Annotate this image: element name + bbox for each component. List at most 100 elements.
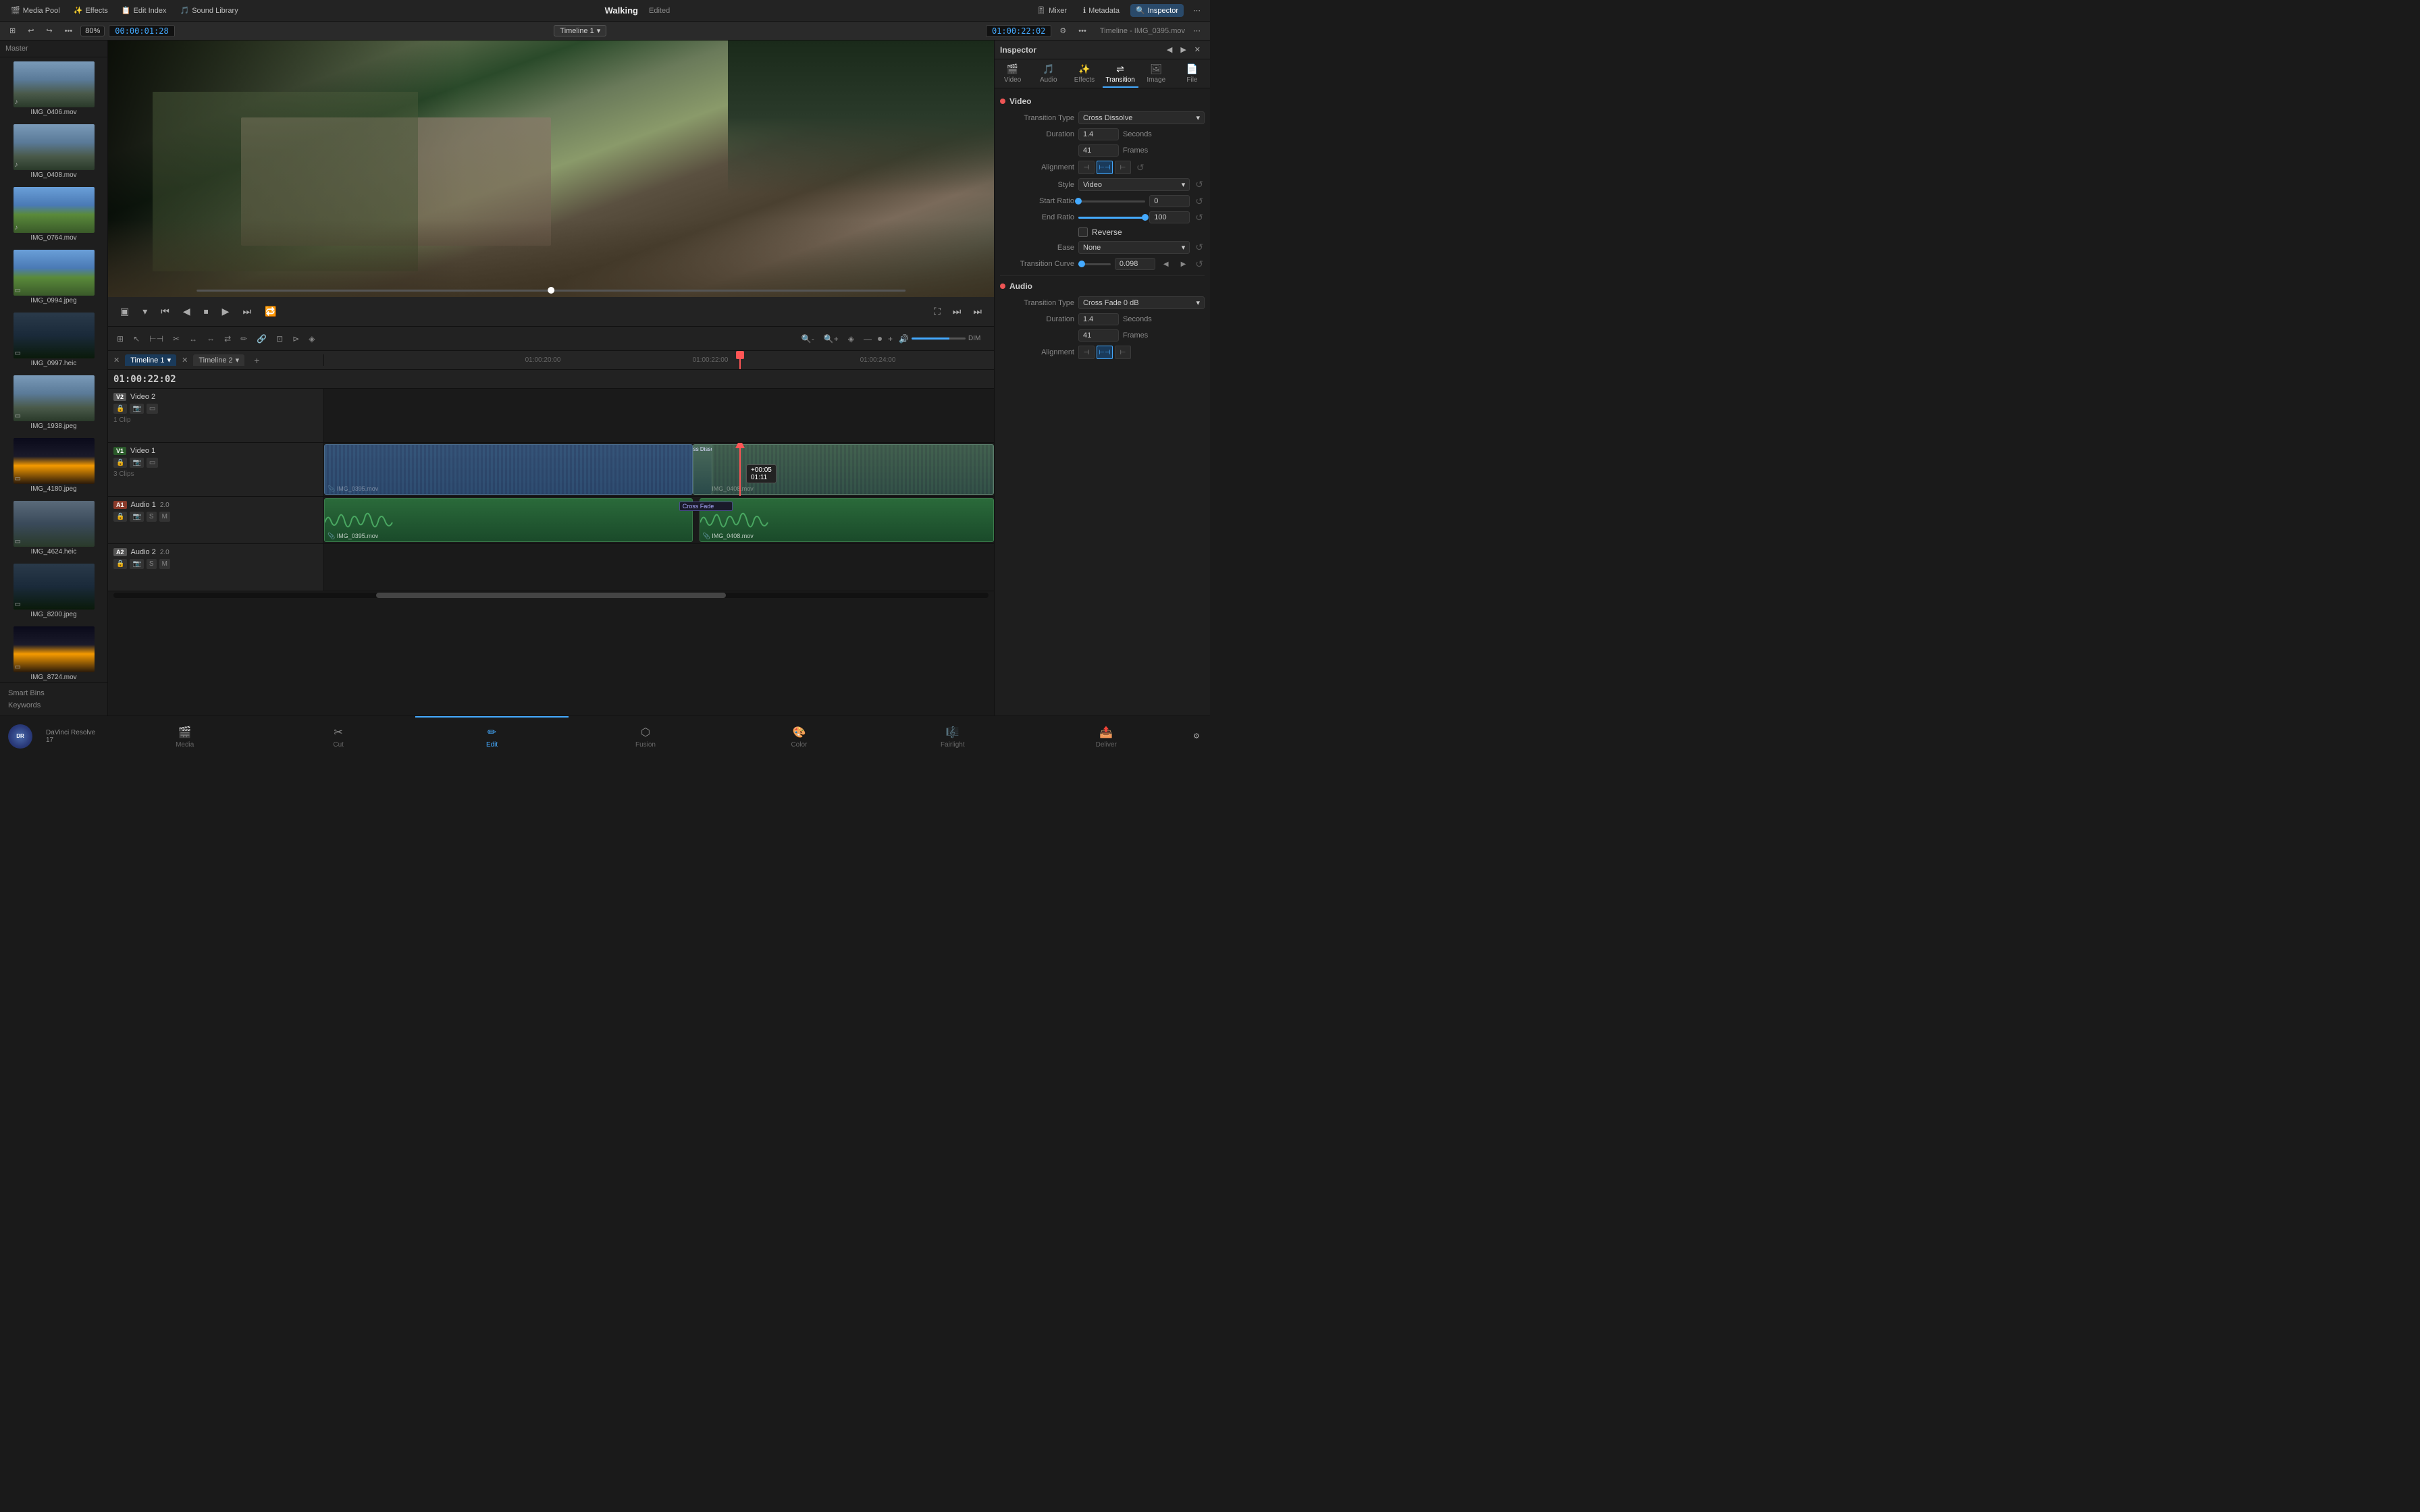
track-lock-v1[interactable]: 🔒 [113, 458, 127, 468]
more-btn-2[interactable]: ••• [1074, 26, 1090, 36]
end-ratio-value[interactable]: 100 [1149, 211, 1190, 223]
timeline-scrollbar[interactable] [113, 593, 989, 598]
track-lock-a1[interactable]: 🔒 [113, 512, 127, 522]
audio-duration-value[interactable]: 1.4 [1078, 313, 1119, 325]
style-dropdown[interactable]: Video ▾ [1078, 178, 1190, 191]
redo-btn[interactable]: ↪ [42, 25, 56, 36]
nav-fusion[interactable]: ⬡ Fusion [569, 716, 722, 756]
timecode-display[interactable]: 00:00:01:28 [109, 25, 174, 37]
zoom-display[interactable]: 80% [80, 26, 105, 36]
tab-video[interactable]: 🎬 Video [995, 59, 1030, 88]
track-lock-v2[interactable]: 🔒 [113, 404, 127, 414]
tl-snap-btn[interactable]: ⊡ [273, 332, 286, 346]
audio-align-center-btn[interactable]: ⊢⊣ [1097, 346, 1113, 359]
skip-end-btn[interactable]: ⏭ [949, 303, 966, 320]
tl-select-btn[interactable]: ↖ [130, 332, 143, 346]
clip-v1-2[interactable]: 📎 IMG_0408.mov [700, 444, 994, 495]
list-item[interactable]: ▭ IMG_4180.jpeg [3, 437, 105, 494]
sound-library-btn[interactable]: 🎵 Sound Library [175, 4, 244, 17]
list-item[interactable]: ▭ IMG_8724.mov [3, 625, 105, 682]
tl-draw-btn[interactable]: ✏ [237, 332, 251, 346]
align-left-btn[interactable]: ⊣ [1078, 161, 1095, 174]
fullscreen-btn[interactable]: ⛶ [930, 303, 945, 320]
close-timeline1-btn[interactable]: ✕ [113, 356, 120, 364]
list-item[interactable]: ▭ IMG_1938.jpeg [3, 374, 105, 431]
tl-link-btn[interactable]: 🔗 [253, 332, 270, 346]
transport-more-btn[interactable]: ⏭ [969, 303, 986, 320]
duration-value[interactable]: 1.4 [1078, 128, 1119, 140]
tl-slide-btn[interactable]: ⇔ [203, 332, 218, 346]
nav-fairlight[interactable]: 🎼 Fairlight [876, 716, 1029, 756]
track-clip-v1[interactable]: ▭ [147, 458, 158, 468]
tl-grid-btn[interactable]: ⊞ [113, 332, 127, 346]
inspector-close-btn[interactable]: ✕ [1190, 44, 1205, 55]
track-m-a1[interactable]: M [159, 512, 170, 522]
transition-curve-reset-btn[interactable]: ↺ [1194, 259, 1205, 270]
timecode-right[interactable]: 01:00:22:02 [986, 25, 1051, 37]
tl-zoom-in-btn[interactable]: 🔍+ [820, 332, 842, 346]
audio-frames-value[interactable]: 41 [1078, 329, 1119, 342]
step-back-btn[interactable]: ◀ [179, 303, 194, 320]
add-timeline-btn[interactable]: + [250, 355, 263, 366]
audio-align-left-btn[interactable]: ⊣ [1078, 346, 1095, 359]
alignment-reset-btn[interactable]: ↺ [1135, 162, 1146, 173]
nav-media[interactable]: 🎬 Media [108, 716, 261, 756]
close-timeline2-btn[interactable]: ✕ [182, 356, 188, 364]
bottom-settings-btn[interactable]: ⚙ [1189, 730, 1204, 742]
track-s-a2[interactable]: S [147, 559, 157, 569]
inspector-prev-btn[interactable]: ◀ [1163, 44, 1176, 55]
track-lock-a2[interactable]: 🔒 [113, 559, 127, 569]
tab-effects[interactable]: ✨ Effects [1066, 59, 1102, 88]
media-pool-btn[interactable]: 🎬 Media Pool [5, 4, 65, 17]
list-item[interactable]: ♪ IMG_0406.mov [3, 60, 105, 117]
more-tools-btn[interactable]: ••• [61, 26, 77, 36]
timeline-selector[interactable]: Timeline 1 ▾ [554, 25, 606, 36]
track-s-a1[interactable]: S [147, 512, 157, 522]
transition-cross-dissolve[interactable]: Cross Dissolve [693, 444, 713, 495]
tab-timeline2[interactable]: Timeline 2 ▾ [193, 354, 244, 366]
mixer-btn[interactable]: 🎚 Mixer [1031, 4, 1072, 17]
start-ratio-value[interactable]: 0 [1149, 195, 1190, 207]
tl-minus-btn[interactable]: — [860, 332, 875, 346]
tl-trim-btn[interactable]: ⊢⊣ [146, 332, 167, 346]
panel-options-btn[interactable]: ⋯ [1189, 25, 1205, 36]
nav-deliver[interactable]: 📤 Deliver [1030, 716, 1183, 756]
play-btn[interactable]: ▶ [218, 303, 234, 320]
list-item[interactable]: ▭ IMG_4624.heic [3, 500, 105, 557]
transition-type-dropdown[interactable]: Cross Dissolve ▾ [1078, 111, 1205, 124]
go-to-start-btn[interactable]: ⏮ [157, 303, 174, 320]
transition-curve-right-btn[interactable]: ▶ [1177, 259, 1190, 269]
track-m-a2[interactable]: M [159, 559, 170, 569]
style-reset-btn[interactable]: ↺ [1194, 179, 1205, 190]
undo-btn[interactable]: ↩ [24, 25, 38, 36]
frame-select-btn[interactable]: ▣ [116, 303, 133, 320]
track-content-a1[interactable]: 📎 IMG_0395.mov Cross Fade [324, 497, 994, 543]
ease-dropdown[interactable]: None ▾ [1078, 241, 1190, 254]
track-clip-v2[interactable]: ▭ [147, 404, 158, 414]
tl-razor-btn[interactable]: ✂ [169, 332, 183, 346]
tl-plus-btn[interactable]: + [885, 332, 896, 346]
transition-curve-left-btn[interactable]: ◀ [1159, 259, 1173, 269]
list-item[interactable]: ▭ IMG_8200.jpeg [3, 562, 105, 620]
volume-slider[interactable] [912, 338, 966, 340]
inspector-btn[interactable]: 🔍 Inspector [1130, 4, 1184, 17]
settings-btn[interactable]: ⚙ [1055, 25, 1070, 36]
inspector-next-btn[interactable]: ▶ [1176, 44, 1190, 55]
clip-v1-1[interactable]: 📎 IMG_0395.mov [324, 444, 693, 495]
workspace-icon[interactable]: ⊞ [5, 25, 20, 36]
smart-bins-item[interactable]: Smart Bins [5, 687, 102, 699]
end-ratio-slider[interactable] [1078, 217, 1145, 219]
audio-clip-a1-2[interactable]: 📎 IMG_0408.mov [700, 498, 994, 542]
track-cam-v1[interactable]: 📷 [130, 458, 143, 468]
tl-zoom-out-btn[interactable]: 🔍- [798, 332, 818, 346]
tl-more-zoom-btn[interactable]: ◈ [845, 332, 858, 346]
reverse-checkbox[interactable] [1078, 227, 1088, 237]
edit-index-btn[interactable]: 📋 Edit Index [116, 4, 172, 17]
list-item[interactable]: ♪ IMG_0408.mov [3, 123, 105, 180]
audio-clip-a1-1[interactable]: 📎 IMG_0395.mov [324, 498, 693, 542]
audio-transition-type-dropdown[interactable]: Cross Fade 0 dB ▾ [1078, 296, 1205, 309]
list-item[interactable]: ▭ IMG_0994.jpeg [3, 248, 105, 306]
tl-marker-btn[interactable]: ◈ [305, 332, 318, 346]
track-content-v1[interactable]: 📎 IMG_0395.mov Cross Dissolve 📎 IMG_0408… [324, 443, 994, 496]
list-item[interactable]: ▭ IMG_0997.heic [3, 311, 105, 369]
